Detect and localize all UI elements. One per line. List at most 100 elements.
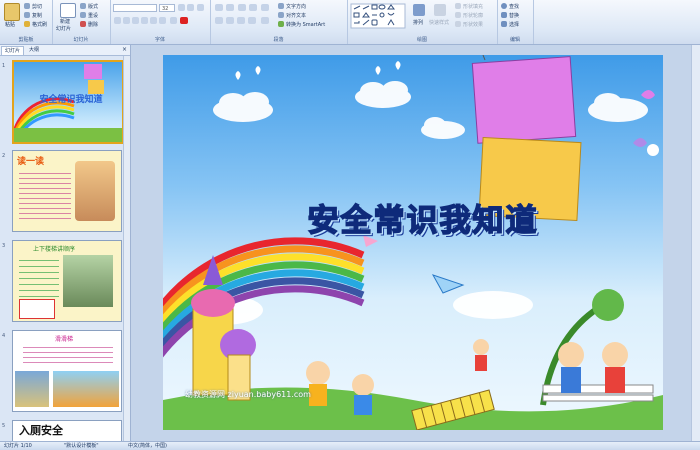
align-center-icon[interactable] <box>226 17 234 24</box>
grow-font-icon[interactable] <box>178 4 185 11</box>
replace-icon[interactable] <box>501 12 507 18</box>
paste-button[interactable]: 粘贴 <box>5 21 15 28</box>
strikethrough-icon[interactable] <box>141 17 148 24</box>
delete-icon[interactable] <box>80 21 86 27</box>
shrink-font-icon[interactable] <box>187 4 194 11</box>
font-name-field[interactable] <box>113 4 157 12</box>
slide-thumb-4[interactable]: 滑滑梯 <box>12 330 122 412</box>
underline-icon[interactable] <box>132 17 139 24</box>
thumb-1-title: 安全常识我知道 <box>39 95 103 105</box>
slides-panel: 幻灯片 大纲 × 1 安全常识我知道 2 读一读 3 上下楼梯讲顺序 4 滑滑梯… <box>0 45 131 443</box>
justify-icon[interactable] <box>248 17 256 24</box>
align-right-icon[interactable] <box>237 17 245 24</box>
stage-scrollbar[interactable] <box>691 45 700 441</box>
reset-icon[interactable] <box>80 12 86 18</box>
shapes-gallery[interactable] <box>350 3 406 29</box>
thumb-2-text-block <box>19 169 71 223</box>
numbering-icon[interactable] <box>226 4 234 11</box>
align-text-button[interactable]: 对齐文本 <box>286 12 306 19</box>
reset-button[interactable]: 重设 <box>88 12 98 19</box>
paragraph-group: 文字方向 对齐文本 转换为 SmartArt 段落 <box>210 0 348 44</box>
delete-button[interactable]: 删除 <box>88 21 98 28</box>
close-panel-icon[interactable]: × <box>122 46 127 53</box>
font-group: 32 字体 <box>110 0 211 44</box>
slide-thumb-2[interactable]: 读一读 <box>12 150 122 232</box>
slides-group: 新建 幻灯片 版式 重设 删除 幻灯片 <box>52 0 111 44</box>
replace-button[interactable]: 替换 <box>509 12 519 19</box>
tab-outline[interactable]: 大纲 <box>26 46 42 54</box>
italic-icon[interactable] <box>123 17 130 24</box>
cut-icon[interactable] <box>24 3 30 9</box>
slide-thumb-5[interactable]: 入厕安全 <box>12 420 122 443</box>
columns-icon[interactable] <box>261 17 269 24</box>
align-left-icon[interactable] <box>215 17 223 24</box>
thumb-4-photo-2 <box>53 371 119 407</box>
editing-label: 编辑 <box>509 37 520 43</box>
tab-slides[interactable]: 幻灯片 <box>1 46 25 55</box>
quick-styles-button[interactable]: 快速样式 <box>429 19 449 26</box>
decrease-indent-icon[interactable] <box>238 4 246 11</box>
font-label: 字体 <box>154 37 165 43</box>
shape-effects-button[interactable]: 形状效果 <box>463 21 483 28</box>
shadow-icon[interactable] <box>150 17 157 24</box>
slide-canvas[interactable]: 安全常识我知道 幼教资源网 ziyuan.baby611.com <box>163 55 663 430</box>
editing-group: 查找 替换 选择 编辑 <box>497 0 534 44</box>
drawing-label: 绘图 <box>416 37 427 43</box>
text-direction-icon[interactable] <box>278 3 284 9</box>
align-text-icon[interactable] <box>278 12 284 18</box>
select-button[interactable]: 选择 <box>509 21 519 28</box>
font-size-field[interactable]: 32 <box>159 4 175 12</box>
smartart-button[interactable]: 转换为 SmartArt <box>286 21 325 28</box>
thumb-4-photo-1 <box>15 371 49 407</box>
slides-label: 幻灯片 <box>73 37 89 43</box>
thumb-number-5: 5 <box>2 423 6 429</box>
slide-thumb-1[interactable]: 安全常识我知道 <box>12 60 124 144</box>
thumb-number-1: 1 <box>2 63 6 69</box>
arrange-icon[interactable] <box>413 4 425 16</box>
increase-indent-icon[interactable] <box>249 4 257 11</box>
layout-button[interactable]: 版式 <box>88 3 98 10</box>
thumb-4-text-block <box>23 343 113 365</box>
panel-scrollbar[interactable] <box>123 56 130 441</box>
paste-icon[interactable] <box>4 3 20 21</box>
thumb-3-title: 上下楼梯讲顺序 <box>33 246 76 253</box>
slide-thumb-3[interactable]: 上下楼梯讲顺序 <box>12 240 122 322</box>
bullets-icon[interactable] <box>215 4 223 11</box>
find-button[interactable]: 查找 <box>509 3 519 10</box>
layout-icon[interactable] <box>80 3 86 9</box>
format-painter-button[interactable]: 格式刷 <box>32 21 47 28</box>
thumb-2-photo <box>75 161 115 221</box>
shape-outline-icon[interactable] <box>455 12 461 18</box>
font-color-icon[interactable] <box>180 17 188 24</box>
new-slide-button[interactable]: 新建 <box>60 18 70 25</box>
new-slide-button-2[interactable]: 幻灯片 <box>56 25 71 32</box>
ribbon: 粘贴 剪切 复制 格式刷 剪贴板 新建 幻灯片 版式 重设 删除 幻灯片 32 <box>0 0 700 45</box>
smartart-icon[interactable] <box>278 21 284 27</box>
cut-button[interactable]: 剪切 <box>32 3 42 10</box>
thumb-5-title: 入厕安全 <box>19 424 63 437</box>
thumb-number-3: 3 <box>2 243 6 249</box>
paragraph-label: 段落 <box>273 37 284 43</box>
change-case-icon[interactable] <box>170 17 177 24</box>
shape-fill-button[interactable]: 形状填充 <box>463 3 483 10</box>
shape-outline-button[interactable]: 形状轮廓 <box>463 12 483 19</box>
arrange-button[interactable]: 排列 <box>413 19 423 26</box>
line-spacing-icon[interactable] <box>261 4 269 11</box>
text-direction-button[interactable]: 文字方向 <box>286 3 306 10</box>
shape-effects-icon[interactable] <box>455 21 461 27</box>
clear-format-icon[interactable] <box>197 4 204 11</box>
new-slide-icon[interactable] <box>60 3 76 18</box>
shape-fill-icon[interactable] <box>455 3 461 9</box>
thumb-4-title: 滑滑梯 <box>55 336 74 343</box>
copy-icon[interactable] <box>24 12 30 18</box>
drawing-group: 排列 快速样式 形状填充 形状轮廓 形状效果 绘图 <box>347 0 498 44</box>
spacing-icon[interactable] <box>159 17 166 24</box>
format-painter-icon[interactable] <box>24 21 30 27</box>
copy-button[interactable]: 复制 <box>32 12 42 19</box>
bold-icon[interactable] <box>114 17 121 24</box>
quick-styles-icon[interactable] <box>434 4 446 16</box>
slide-title[interactable]: 安全常识我知道 <box>223 195 623 240</box>
thumb-3-sign <box>19 299 55 319</box>
find-icon[interactable] <box>501 3 507 9</box>
select-icon[interactable] <box>501 21 507 27</box>
